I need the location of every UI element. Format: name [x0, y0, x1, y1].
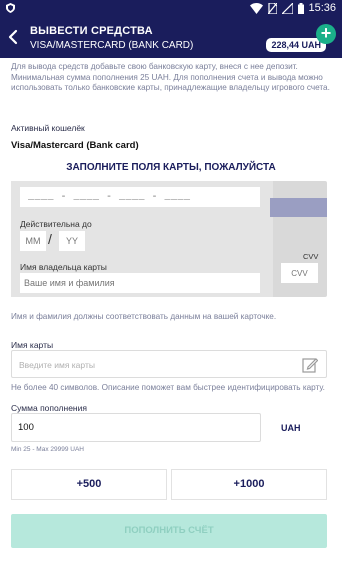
card-name-hint: Не более 40 символов. Описание поможет в…	[11, 383, 325, 392]
quick-amount-500-button[interactable]: +500	[11, 469, 167, 500]
submit-deposit-button[interactable]: ПОПОЛНИТЬ СЧЁТ	[11, 514, 327, 548]
card-name-label: Имя карты	[11, 340, 54, 350]
card-number-input[interactable]	[20, 187, 260, 207]
shield-icon	[6, 3, 15, 13]
amount-limits: Min 25 - Max 29999 UAH	[11, 446, 84, 453]
expiry-label: Действительна до	[20, 219, 92, 229]
balance-badge[interactable]: 228,44 UAH	[266, 38, 326, 52]
expiry-month-input[interactable]	[20, 231, 46, 251]
currency-label: UAH	[281, 423, 301, 433]
card-name-placeholder: Введите имя карты	[19, 360, 95, 370]
quick-amount-1000-button[interactable]: +1000	[171, 469, 327, 500]
card-form: Действительна до / Имя владельца карты C…	[11, 181, 327, 297]
edit-icon[interactable]	[302, 357, 318, 373]
wifi-icon	[250, 2, 263, 14]
back-arrow-icon[interactable]	[4, 25, 22, 49]
magnetic-stripe	[270, 198, 327, 217]
add-funds-button[interactable]: +	[316, 24, 336, 44]
card-front: Действительна до / Имя владельца карты	[11, 181, 273, 297]
active-wallet-value: Visa/Mastercard (Bank card)	[11, 140, 139, 151]
amount-label: Сумма пополнения	[11, 403, 87, 413]
card-holder-label: Имя владельца карты	[20, 262, 107, 272]
card-form-title: ЗАПОЛНИТЕ ПОЛЯ КАРТЫ, ПОЖАЛУЙСТА	[66, 162, 276, 173]
card-name-field[interactable]: Введите имя карты	[11, 350, 327, 378]
page-title: ВЫВЕСТИ СРЕДСТВА	[30, 25, 153, 37]
active-wallet-label: Активный кошелёк	[11, 123, 85, 133]
expiry-separator: /	[48, 231, 52, 247]
no-sim-icon	[268, 2, 277, 14]
signal-icon	[282, 2, 293, 14]
cvv-label: CVV	[303, 252, 319, 261]
card-holder-hint: Имя и фамилия должны соответствовать дан…	[11, 312, 277, 321]
page-subtitle: VISA/MASTERCARD (BANK CARD)	[30, 40, 194, 51]
clock: 15:36	[308, 2, 336, 14]
status-bar: 15:36	[0, 0, 342, 16]
amount-input[interactable]: 100	[11, 413, 261, 442]
card-holder-input[interactable]	[20, 273, 260, 293]
withdraw-info-text: Для вывода средств добавьте свою банковс…	[11, 62, 330, 92]
cvv-input[interactable]	[281, 263, 318, 283]
expiry-year-input[interactable]	[59, 231, 85, 251]
app-header: ВЫВЕСТИ СРЕДСТВА VISA/MASTERCARD (BANK C…	[0, 16, 342, 58]
battery-icon	[298, 2, 304, 14]
